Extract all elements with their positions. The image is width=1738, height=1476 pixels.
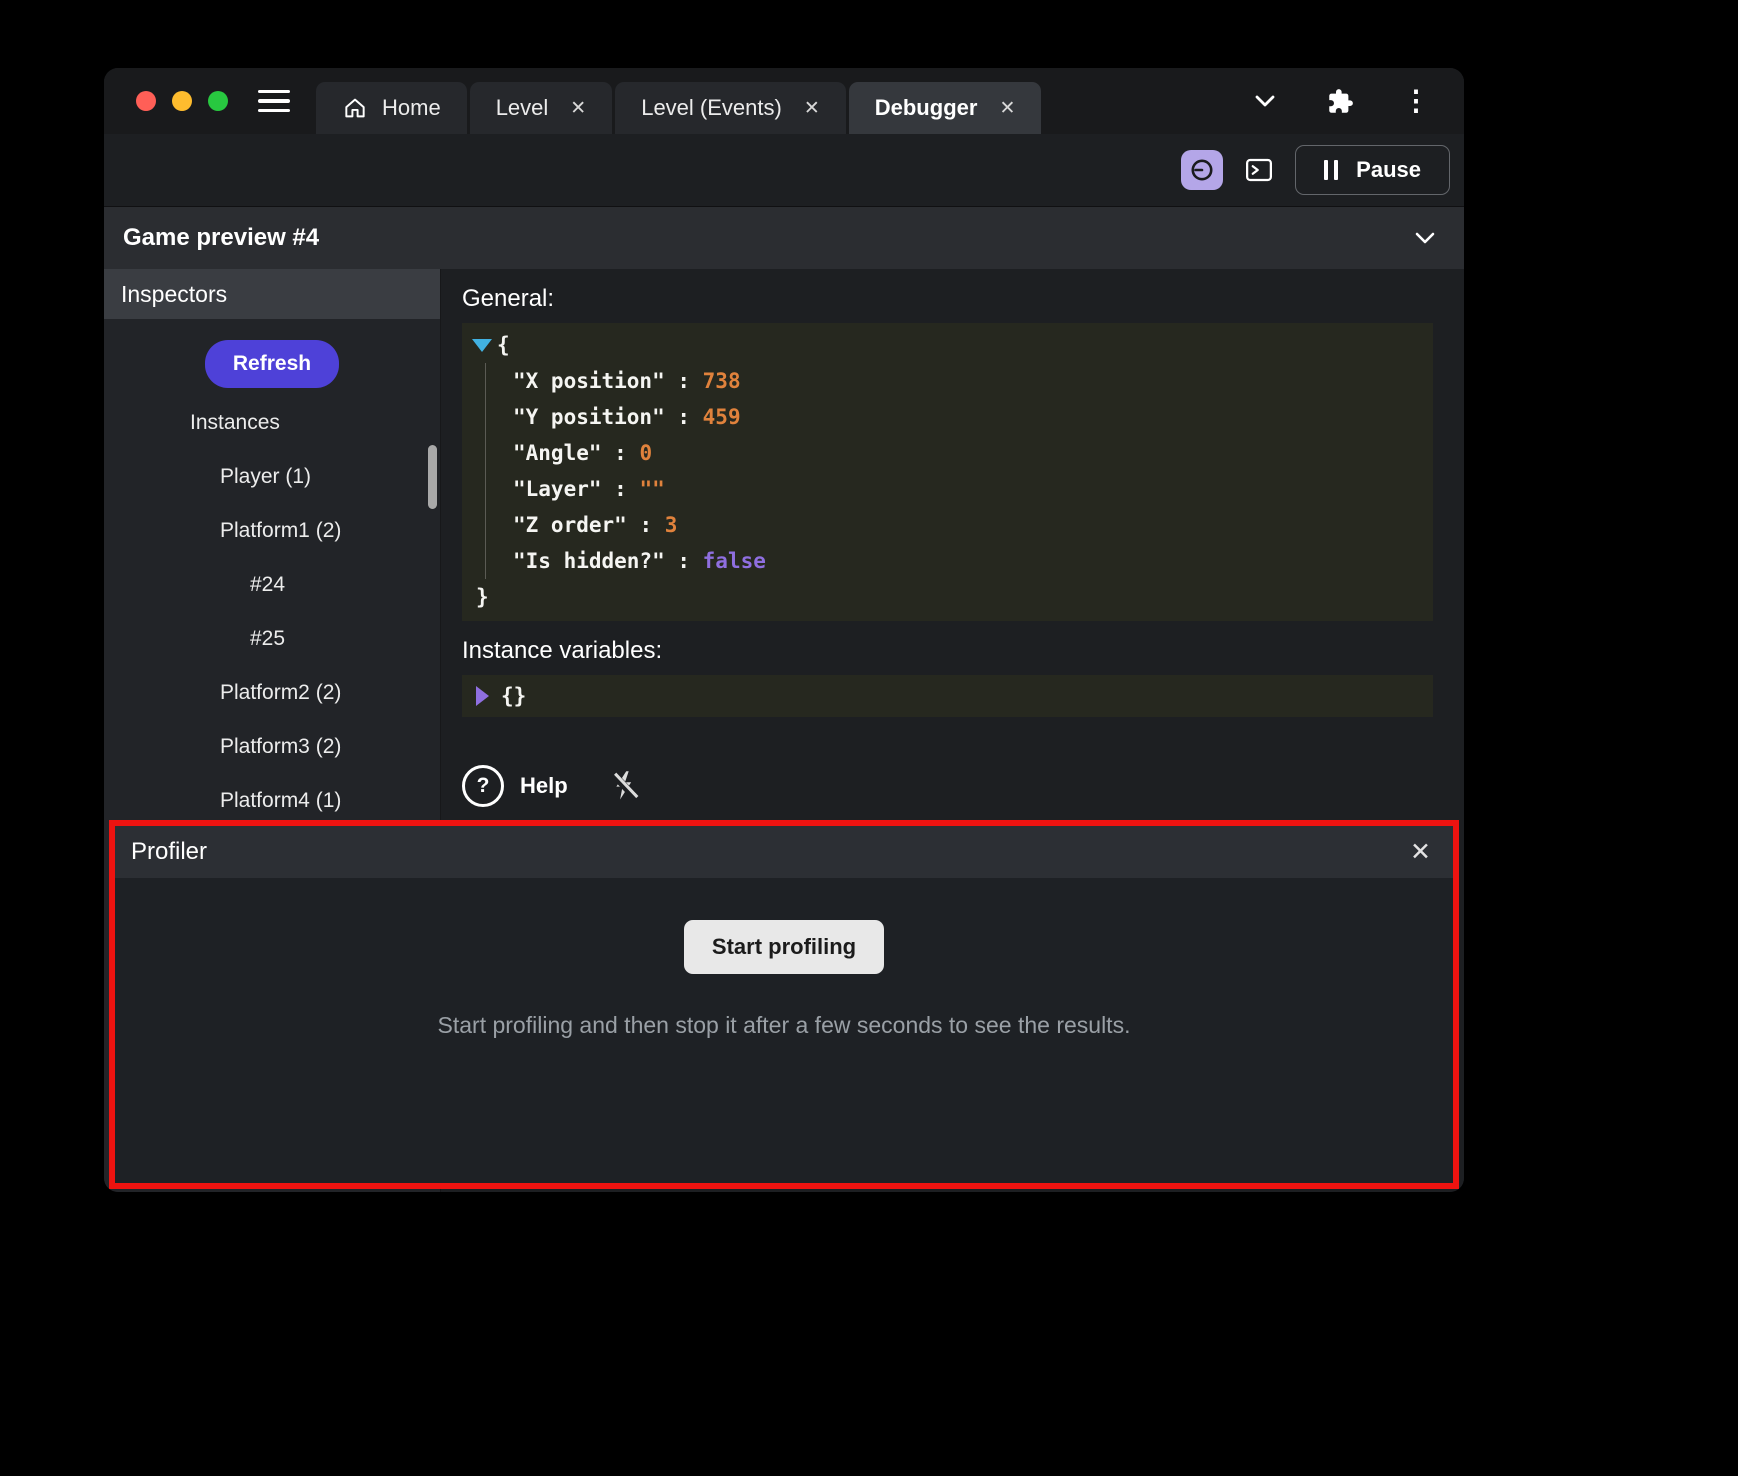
open-brace: { — [497, 333, 510, 357]
close-icon[interactable]: ✕ — [999, 97, 1015, 120]
pause-icon — [1324, 160, 1338, 180]
general-label: General: — [462, 285, 1433, 313]
tree-item-instances[interactable]: Instances — [104, 396, 440, 450]
help-button[interactable]: Help — [520, 773, 568, 799]
game-preview-header[interactable]: Game preview #4 — [104, 206, 1464, 269]
tab-label: Debugger — [875, 95, 978, 121]
profiler-body: Start profiling Start profiling and then… — [115, 878, 1453, 1183]
extensions-puzzle-icon[interactable] — [1327, 88, 1354, 115]
instance-variables-json-view: {} — [462, 675, 1433, 717]
tree-item-platform1[interactable]: Platform1 (2) — [104, 504, 440, 558]
tab-label: Level (Events) — [641, 95, 782, 121]
refresh-button[interactable]: Refresh — [205, 340, 339, 388]
tab-label: Home — [382, 95, 441, 121]
pause-label: Pause — [1356, 157, 1421, 183]
tab-debugger[interactable]: Debugger ✕ — [849, 82, 1042, 134]
profiler-title: Profiler — [131, 838, 207, 866]
flash-off-icon[interactable] — [610, 770, 640, 802]
game-preview-title: Game preview #4 — [123, 224, 319, 252]
json-row-angle: "Angle" : 0 — [513, 435, 1419, 471]
json-rows: "X position" : 738 "Y position" : 459 "A… — [485, 363, 1419, 579]
debugger-toolbar: Pause — [104, 134, 1464, 206]
inspectors-header: Inspectors — [104, 269, 440, 319]
console-icon — [1243, 155, 1275, 185]
start-profiling-button[interactable]: Start profiling — [684, 920, 884, 974]
gauge-icon — [1189, 157, 1215, 183]
close-icon[interactable]: ✕ — [804, 97, 820, 120]
profiler-hint-text: Start profiling and then stop it after a… — [438, 1012, 1131, 1039]
tree-item-platform3[interactable]: Platform3 (2) — [104, 720, 440, 774]
json-row-y-position: "Y position" : 459 — [513, 399, 1419, 435]
close-icon[interactable]: ✕ — [1410, 840, 1431, 865]
help-row: ? Help — [462, 765, 1433, 807]
window-controls — [136, 91, 228, 111]
tab-bar: Home Level ✕ Level (Events) ✕ Debugger ✕ — [316, 82, 1041, 134]
instance-variables-label: Instance variables: — [462, 637, 1433, 665]
json-row-x-position: "X position" : 738 — [513, 363, 1419, 399]
tab-level-events[interactable]: Level (Events) ✕ — [615, 82, 846, 134]
console-button[interactable] — [1241, 153, 1277, 187]
tab-home[interactable]: Home — [316, 82, 467, 134]
close-window-button[interactable] — [136, 91, 156, 111]
kebab-menu-icon[interactable]: ⋮ — [1402, 87, 1430, 115]
profiler-panel: Profiler ✕ Start profiling Start profili… — [109, 820, 1459, 1189]
help-icon[interactable]: ? — [462, 765, 504, 807]
json-row-layer: "Layer" : "" — [513, 471, 1419, 507]
instances-tree: Instances Player (1) Platform1 (2) #24 #… — [104, 396, 440, 828]
sidebar-scrollbar[interactable] — [428, 445, 437, 509]
chevron-down-icon[interactable] — [1412, 228, 1438, 248]
json-row-is-hidden: "Is hidden?" : false — [513, 543, 1419, 579]
tree-item-instance-25[interactable]: #25 — [104, 612, 440, 666]
general-json-view: { "X position" : 738 "Y position" : 459 … — [462, 323, 1433, 621]
app-window: Home Level ✕ Level (Events) ✕ Debugger ✕ — [104, 68, 1464, 1192]
close-icon[interactable]: ✕ — [570, 97, 586, 120]
profiler-header: Profiler ✕ — [115, 826, 1453, 878]
tree-item-instance-24[interactable]: #24 — [104, 558, 440, 612]
tab-level[interactable]: Level ✕ — [470, 82, 613, 134]
tree-item-platform2[interactable]: Platform2 (2) — [104, 666, 440, 720]
close-brace: } — [476, 585, 489, 609]
titlebar: Home Level ✕ Level (Events) ✕ Debugger ✕ — [104, 68, 1464, 134]
minimize-window-button[interactable] — [172, 91, 192, 111]
zoom-window-button[interactable] — [208, 91, 228, 111]
chevron-down-icon[interactable] — [1251, 89, 1279, 113]
empty-object: {} — [501, 684, 526, 708]
tab-label: Level — [496, 95, 549, 121]
tree-item-player[interactable]: Player (1) — [104, 450, 440, 504]
collapse-triangle-icon[interactable] — [472, 339, 492, 352]
pause-button[interactable]: Pause — [1295, 145, 1450, 195]
expand-triangle-icon[interactable] — [476, 686, 489, 706]
json-row-z-order: "Z order" : 3 — [513, 507, 1419, 543]
profiler-toggle-button[interactable] — [1181, 150, 1223, 190]
home-icon — [342, 95, 368, 121]
hamburger-menu-icon[interactable] — [258, 90, 290, 113]
titlebar-actions: ⋮ — [1251, 87, 1464, 115]
